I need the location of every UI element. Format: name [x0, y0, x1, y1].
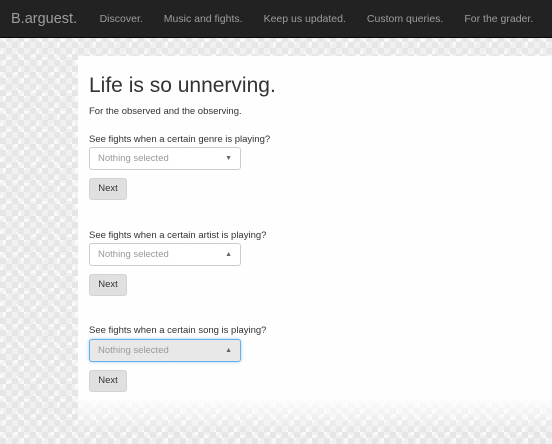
- artist-select-placeholder: Nothing selected: [98, 249, 169, 260]
- caret-down-icon: ▼: [225, 155, 232, 162]
- genre-question-label: See fights when a certain genre is playi…: [89, 134, 271, 145]
- nav-link-keep-us-updated[interactable]: Keep us updated.: [253, 0, 356, 38]
- top-navbar: B.arguest. Discover. Music and fights. K…: [0, 0, 552, 38]
- artist-select[interactable]: Nothing selected ▲: [89, 243, 241, 266]
- nav-link-custom-queries[interactable]: Custom queries.: [356, 0, 453, 38]
- genre-select[interactable]: Nothing selected ▼: [89, 147, 241, 170]
- brand-logo[interactable]: B.arguest.: [0, 0, 89, 38]
- page-title: Life is so unnerving.: [89, 74, 276, 97]
- song-select[interactable]: Nothing selected ▲: [89, 339, 241, 362]
- nav-link-discover[interactable]: Discover.: [89, 0, 153, 38]
- song-question-label: See fights when a certain song is playin…: [89, 325, 267, 336]
- artist-next-button[interactable]: Next: [89, 274, 127, 296]
- nav-link-music-and-fights[interactable]: Music and fights.: [153, 0, 253, 38]
- page-subtitle: For the observed and the observing.: [89, 106, 242, 117]
- genre-select-placeholder: Nothing selected: [98, 153, 169, 164]
- caret-up-icon: ▲: [225, 251, 232, 258]
- nav-link-for-the-grader[interactable]: For the grader.: [454, 0, 544, 38]
- song-next-button[interactable]: Next: [89, 370, 127, 392]
- genre-next-button[interactable]: Next: [89, 178, 127, 200]
- artist-question-label: See fights when a certain artist is play…: [89, 230, 267, 241]
- song-select-placeholder: Nothing selected: [98, 345, 169, 356]
- caret-up-icon: ▲: [225, 347, 232, 354]
